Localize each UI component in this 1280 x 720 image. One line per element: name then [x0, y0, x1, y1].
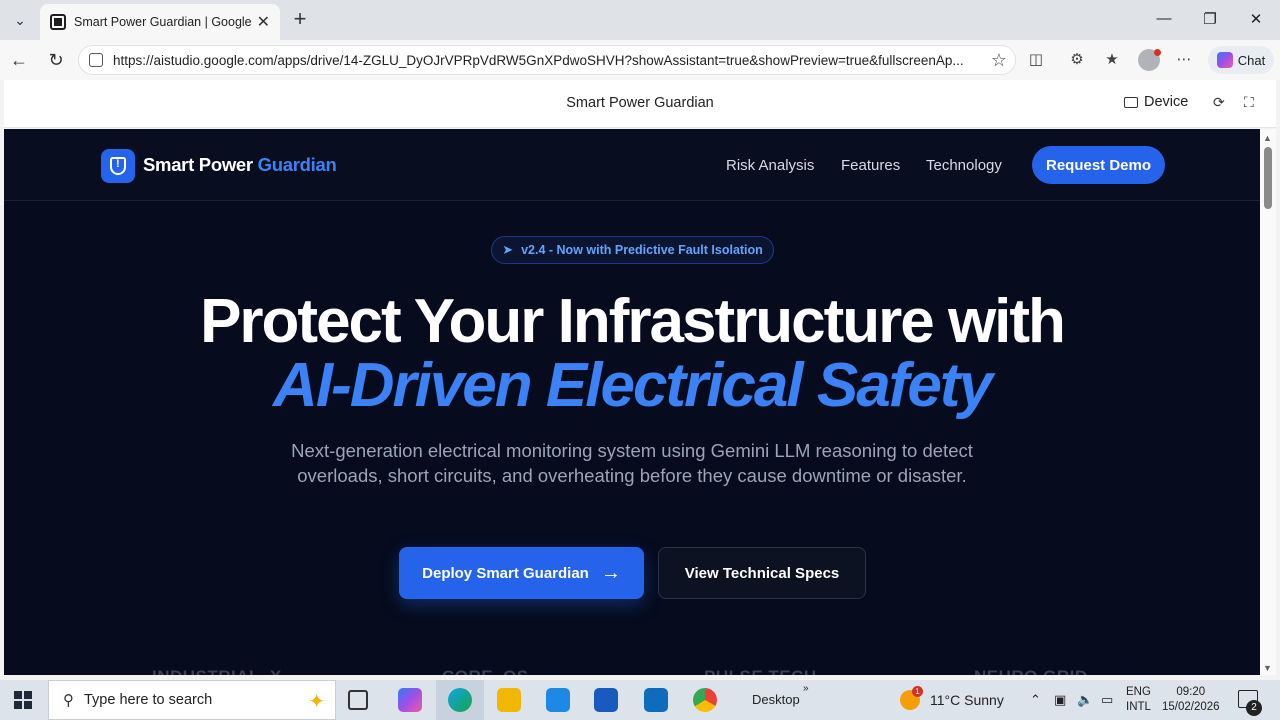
preview-scrollbar[interactable]: ▲ ▼: [1260, 129, 1276, 675]
partner-logo: NEURO GRID: [974, 667, 1088, 675]
browser-tab-active[interactable]: Smart Power Guardian | Google AI ✕: [40, 4, 280, 40]
partner-logo: CORE_OS: [442, 667, 529, 675]
partner-logo: PULSE TECH: [704, 667, 817, 675]
favorite-star-icon[interactable]: ☆: [991, 50, 1007, 71]
search-placeholder: Type here to search: [84, 692, 213, 708]
desktop-toolbar-label[interactable]: Desktop: [752, 692, 800, 707]
ai-studio-favicon-icon: [50, 14, 66, 30]
minimize-window-icon[interactable]: —: [1154, 10, 1174, 27]
address-bar[interactable]: https://aistudio.google.com/apps/drive/1…: [78, 45, 1016, 75]
volume-icon[interactable]: 🔈: [1077, 692, 1093, 708]
task-view-icon[interactable]: [348, 690, 368, 710]
deploy-button[interactable]: Deploy Smart Guardian →: [399, 547, 644, 599]
partner-logo: INDUSTRIAL_X: [152, 667, 282, 675]
copilot-taskbar-icon[interactable]: [398, 688, 422, 712]
copilot-icon: [1216, 52, 1233, 68]
refresh-preview-icon[interactable]: ⟳: [1213, 94, 1225, 111]
profile-notification-dot: [1154, 49, 1161, 56]
scroll-thumb[interactable]: [1264, 147, 1272, 209]
tab-title: Smart Power Guardian | Google AI: [74, 15, 254, 29]
nav-features[interactable]: Features: [841, 157, 900, 174]
edge-browser-icon[interactable]: [448, 688, 472, 712]
toolbar-overflow-icon[interactable]: »: [803, 683, 809, 694]
file-explorer-icon[interactable]: [497, 688, 521, 712]
search-icon: ⚲: [63, 692, 74, 709]
chrome-icon[interactable]: [693, 688, 717, 712]
version-text: v2.4 - Now with Predictive Fault Isolati…: [521, 243, 763, 257]
favorites-icon[interactable]: ★: [1102, 50, 1122, 70]
extensions-icon[interactable]: ◫: [1026, 50, 1046, 70]
meet-now-icon[interactable]: ▣: [1054, 692, 1066, 708]
windows-taskbar: ⚲ Type here to search ✦ Desktop » 1 11°C…: [0, 680, 1280, 720]
scroll-up-arrow-icon[interactable]: ▲: [1263, 133, 1272, 143]
hero-description: Next-generation electrical monitoring sy…: [291, 440, 973, 486]
arrow-right-icon: →: [600, 562, 621, 584]
nav-technology[interactable]: Technology: [926, 157, 1002, 174]
app-preview: Smart Power Guardian Risk Analysis Featu…: [4, 129, 1260, 675]
studio-app-title: Smart Power Guardian: [566, 95, 714, 111]
copilot-chat-button[interactable]: Chat: [1208, 46, 1274, 74]
weather-alert-badge: 1: [912, 686, 923, 697]
tab-close-icon[interactable]: ✕: [257, 12, 270, 32]
tab-actions-menu-button[interactable]: ⌄: [6, 6, 34, 34]
show-hidden-icons-icon[interactable]: ⌃: [1030, 692, 1041, 708]
url-text: https://aistudio.google.com/apps/drive/1…: [113, 52, 964, 68]
taskbar-search-input[interactable]: ⚲ Type here to search ✦: [48, 680, 336, 720]
language-indicator[interactable]: ENG INTL: [1126, 685, 1151, 715]
app-navbar: Smart Power Guardian Risk Analysis Featu…: [4, 129, 1260, 201]
more-options-icon[interactable]: ⋯: [1174, 50, 1194, 70]
browser-tab-strip: ⌄ Smart Power Guardian | Google AI ✕ + —…: [0, 0, 1280, 40]
partner-logos: INDUSTRIAL_X CORE_OS PULSE TECH NEURO GR…: [4, 667, 1260, 675]
browser-essentials-icon[interactable]: ⚙: [1067, 50, 1087, 70]
chat-label: Chat: [1237, 52, 1266, 68]
back-arrow-icon[interactable]: ←: [7, 48, 31, 72]
microsoft-store-icon[interactable]: [546, 688, 570, 712]
deploy-button-label: Deploy Smart Guardian: [422, 564, 589, 582]
new-tab-button[interactable]: +: [288, 8, 312, 32]
request-demo-button[interactable]: Request Demo: [1032, 146, 1165, 184]
ai-studio-header: Smart Power Guardian Device ⟳ ⛶: [4, 80, 1276, 128]
system-clock[interactable]: 09:20 15/02/2026: [1162, 685, 1220, 715]
hero-headline: Protect Your Infrastructure with: [200, 287, 1066, 356]
battery-icon[interactable]: ▭: [1101, 692, 1113, 708]
device-icon: [1124, 96, 1138, 108]
version-badge: ➤ v2.4 - Now with Predictive Fault Isola…: [491, 236, 774, 264]
site-info-icon[interactable]: [89, 53, 103, 67]
exit-fullscreen-icon[interactable]: ⛶: [1244, 94, 1254, 111]
word-icon[interactable]: [594, 688, 618, 712]
brand-name[interactable]: Smart Power Guardian: [143, 154, 337, 176]
weather-text[interactable]: 11°C Sunny: [930, 692, 1004, 708]
device-label: Device: [1144, 94, 1189, 110]
shield-logo-icon[interactable]: [101, 149, 135, 183]
outlook-icon[interactable]: [644, 688, 668, 712]
notification-count-badge: 2: [1246, 700, 1262, 716]
search-highlight-icon: ✦: [308, 691, 325, 713]
hero-headline-accent: AI-Driven Electrical Safety: [273, 351, 993, 420]
technical-specs-button[interactable]: View Technical Specs: [658, 547, 866, 599]
refresh-icon[interactable]: ↻: [44, 48, 68, 72]
scroll-down-arrow-icon[interactable]: ▼: [1263, 663, 1272, 673]
windows-start-icon[interactable]: [14, 691, 32, 709]
device-preview-button[interactable]: Device: [1124, 94, 1188, 110]
restore-window-icon[interactable]: ❐: [1200, 10, 1220, 28]
browser-toolbar: ← ↻ https://aistudio.google.com/apps/dri…: [0, 40, 1280, 80]
nav-risk-analysis[interactable]: Risk Analysis: [726, 157, 814, 174]
lightning-bolt-icon: ➤: [502, 242, 514, 257]
close-window-icon[interactable]: ✕: [1246, 10, 1266, 28]
